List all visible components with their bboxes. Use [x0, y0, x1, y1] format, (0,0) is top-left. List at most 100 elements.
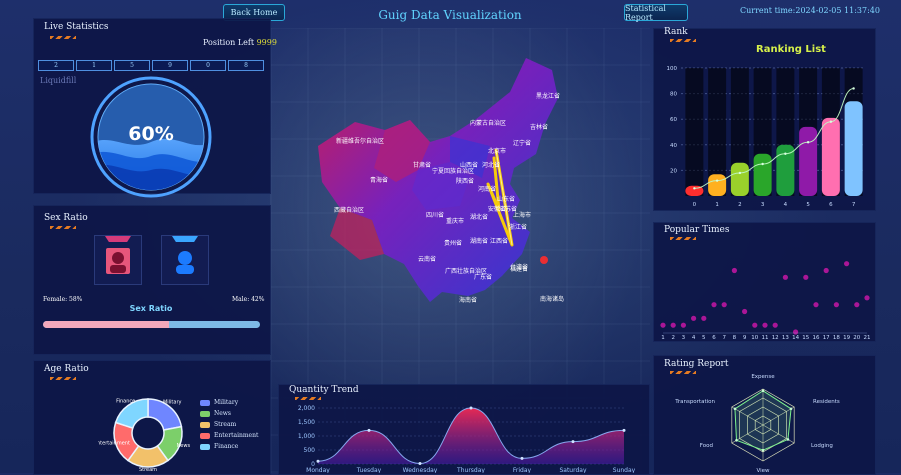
- legend-swatch: [200, 410, 210, 417]
- legend-label: Entertainment: [214, 432, 259, 439]
- popular-times-x-tick: 19: [843, 335, 850, 340]
- radar-indicator-label: Transportation: [674, 399, 715, 405]
- rank-x-tick: 3: [761, 202, 765, 208]
- rank-trend-point: [738, 171, 742, 175]
- digit-strip: 2 1 5 9 0 8: [38, 60, 264, 71]
- rank-y-tick: 60: [670, 117, 677, 123]
- popular-times-x-tick: 20: [853, 335, 860, 340]
- popular-times-title: Popular Times: [664, 225, 730, 235]
- popular-times-x-tick: 12: [772, 335, 779, 340]
- female-user-icon: [106, 248, 130, 274]
- legend-label: Finance: [214, 443, 239, 450]
- trend-x-tick: Friday: [513, 467, 532, 473]
- sex-ratio-bar: [43, 321, 260, 328]
- popular-times-point: [691, 315, 697, 321]
- rank-x-tick: 6: [829, 202, 833, 208]
- rank-bar: [799, 126, 818, 196]
- popular-times-point: [670, 322, 676, 328]
- popular-times-x-tick: 8: [733, 335, 737, 340]
- radar-point: [789, 407, 793, 411]
- rank-bar-background: [685, 68, 704, 196]
- radar-indicator-label: Residents: [813, 399, 840, 405]
- trend-x-tick: Wednesday: [403, 467, 438, 473]
- popular-times-point: [772, 322, 778, 328]
- rank-trend-point: [852, 87, 855, 90]
- map-province-label: 河北省: [482, 162, 501, 169]
- statistical-report-button[interactable]: Statistical Report: [624, 4, 688, 22]
- popular-times-point: [742, 308, 748, 315]
- popular-times-point: [793, 329, 799, 335]
- rank-y-tick: 20: [670, 168, 677, 174]
- map-province-label: 四川省: [426, 212, 445, 219]
- rank-x-tick: 7: [852, 202, 856, 208]
- legend-label: Stream: [214, 421, 237, 428]
- sex-ratio-chart-title: Sex Ratio: [129, 304, 173, 313]
- popular-times-point: [803, 274, 809, 280]
- map-province-label: 黑龙江省: [536, 93, 561, 100]
- digit-cell: 5: [114, 60, 150, 71]
- male-user-head: [178, 251, 192, 265]
- radar-indicator-label: Lodging: [811, 443, 833, 449]
- title-stripe: [50, 377, 76, 380]
- age-ratio-slice-label: News: [177, 443, 191, 449]
- female-ratio-text: Female: 58%: [43, 296, 83, 303]
- trend-x-tick: Sunday: [613, 467, 636, 473]
- popular-times-point: [701, 315, 707, 321]
- radar-indicator-label: Food: [700, 443, 713, 449]
- map-province-label: 云南省: [418, 256, 437, 263]
- trend-x-tick: Tuesday: [356, 467, 382, 473]
- radar-point: [733, 407, 737, 411]
- male-ratio-text: Male: 42%: [232, 296, 265, 303]
- rank-y-tick: 40: [670, 143, 677, 149]
- ranking-chart: 20 40 60 80 100 0 1 2 3 4 5 6 7: [667, 66, 865, 208]
- popular-times-point: [752, 322, 758, 328]
- trend-y-tick: 500: [304, 447, 316, 454]
- map-province-label: 浙江省: [509, 224, 528, 231]
- map-province-label: 甘肃省: [413, 162, 432, 169]
- trend-x-tick: Saturday: [559, 467, 586, 473]
- map-province-label: 广东省: [474, 274, 493, 281]
- rank-x-tick: 4: [784, 202, 788, 208]
- radar-indicator-label: View: [756, 468, 770, 473]
- map-province-label: 南海诸岛: [540, 296, 565, 303]
- liquidfill-gauge: 60%: [90, 76, 212, 198]
- age-ratio-slice-label: Finance: [116, 398, 135, 404]
- radar-value-area: [734, 390, 792, 451]
- popular-times-x-tick: 14: [792, 335, 799, 340]
- trend-point: [520, 456, 524, 460]
- rank-x-tick: 0: [693, 202, 697, 208]
- age-ratio-slice-label: Entertainment: [98, 441, 130, 447]
- trend-point: [367, 428, 371, 432]
- map-province-label: 山东省: [497, 196, 516, 203]
- rank-trend-point: [829, 120, 833, 123]
- female-card: [94, 235, 142, 285]
- popular-times-point: [833, 302, 839, 308]
- age-ratio-legend-item: Stream: [200, 421, 236, 428]
- rank-x-tick: 2: [738, 202, 742, 208]
- rank-y-tick: 100: [667, 66, 678, 72]
- rank-bar: [753, 153, 772, 196]
- popular-times-x-tick: 1: [661, 335, 665, 340]
- age-ratio-legend-item: Finance: [200, 443, 238, 450]
- male-user-body: [176, 265, 194, 274]
- popular-times-point: [782, 274, 788, 280]
- trend-point: [418, 461, 422, 465]
- china-map: 新疆维吾尔自治区 西藏自治区 青海省 甘肃省 内蒙古自治区 黑龙江省 吉林省 辽宁省 北京市 河北…: [300, 50, 600, 320]
- map-province-label: 海南省: [459, 297, 478, 304]
- rank-title: Rank: [664, 27, 688, 37]
- current-time: Current time:2024-02-05 11:37:40: [740, 6, 880, 15]
- map-province-label: 内蒙古自治区: [470, 120, 507, 127]
- legend-swatch: [200, 421, 210, 428]
- app-title: Guig Data Visualization: [378, 8, 522, 22]
- trend-point: [316, 459, 320, 463]
- male-user-icon: [176, 251, 194, 274]
- quantity-trend-title: Quantity Trend: [289, 385, 359, 395]
- radar-point: [735, 439, 738, 442]
- rank-trend-point: [784, 152, 787, 155]
- trend-y-tick: 1,000: [298, 433, 315, 440]
- rank-y-tick: 80: [670, 92, 677, 98]
- popular-times-point: [711, 302, 717, 308]
- popular-times-point: [844, 261, 850, 267]
- popular-times-point: [864, 295, 870, 301]
- sex-ratio-female-fill: [43, 321, 169, 328]
